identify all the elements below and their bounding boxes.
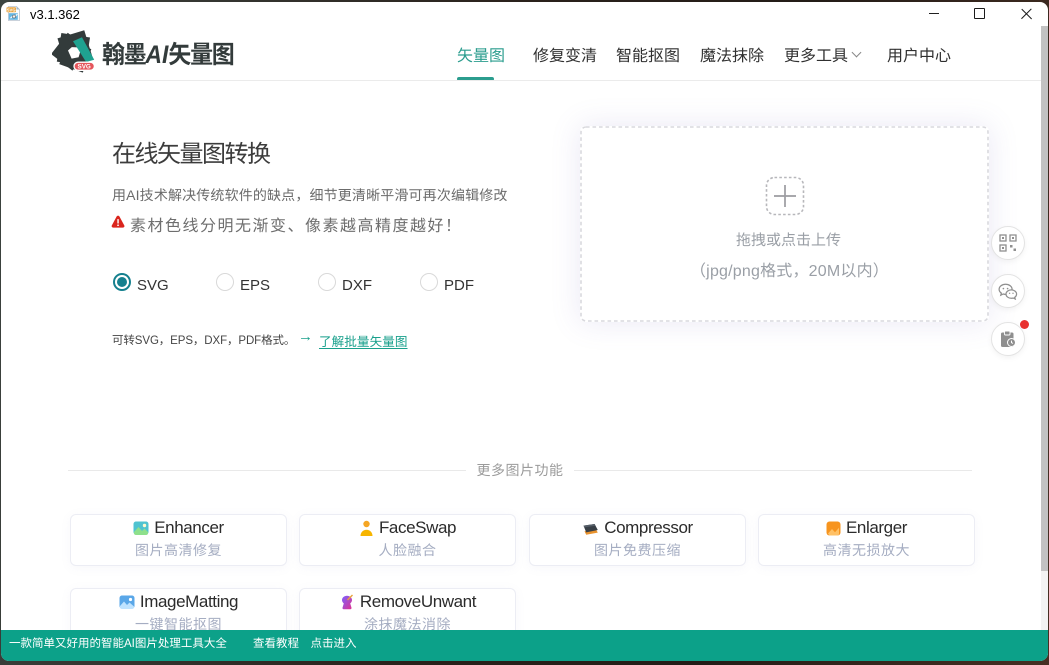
svg-text:SVG: SVG: [7, 7, 16, 12]
svg-text:SVG: SVG: [78, 64, 91, 71]
